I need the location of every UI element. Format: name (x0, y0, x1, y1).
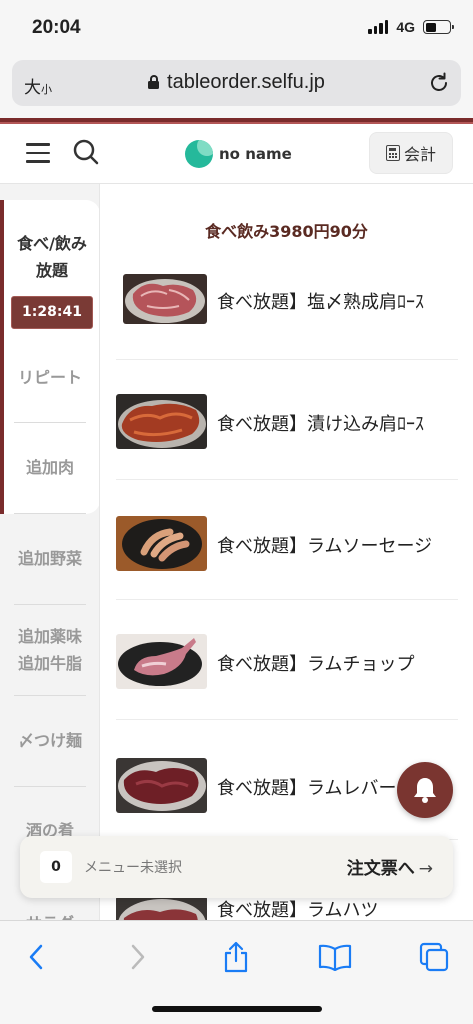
category-active-label: 食べ/飲み 放題 (17, 234, 87, 280)
menu-item[interactable]: 食べ放題】ラムチョップ (116, 600, 458, 720)
menu-item-name: 食べ放題】漬け込み肩ﾛｰｽ (217, 414, 424, 435)
category-extra-meat[interactable]: 追加肉 (0, 454, 99, 481)
forward-icon (131, 944, 145, 970)
menu-item[interactable]: 食べ放題】漬け込み肩ﾛｰｽ (116, 360, 458, 480)
checkout-button[interactable]: 会計 (369, 132, 453, 174)
tabs-icon (419, 942, 449, 972)
checkout-label: 会計 (403, 145, 436, 164)
search-icon[interactable] (72, 138, 100, 166)
browser-address-area: 大小 tableorder.selfu.jp (0, 58, 473, 118)
order-count: 0 (40, 851, 72, 883)
order-summary-bar[interactable]: 0 メニュー未選択 注文票へ → (20, 836, 453, 898)
back-button[interactable] (16, 937, 56, 977)
url-field[interactable]: tableorder.selfu.jp (12, 71, 461, 94)
status-time: 20:04 (32, 17, 81, 38)
category-divider (14, 513, 86, 514)
category-divider (14, 604, 86, 605)
url-text: tableorder.selfu.jp (167, 71, 325, 93)
arrow-right-icon: → (418, 859, 433, 879)
reload-icon[interactable] (427, 71, 451, 95)
bookmarks-icon (318, 944, 352, 971)
marinated-lamb-photo (116, 394, 207, 449)
status-indicators: 4G (368, 19, 454, 35)
category-condiments-fat[interactable]: 追加薬味 追加牛脂 (0, 623, 99, 677)
share-button[interactable] (216, 937, 256, 977)
status-bar: 20:04 4G (0, 0, 473, 58)
bell-icon (414, 778, 436, 803)
app-header: no name 会計 (0, 124, 473, 184)
home-indicator (152, 1006, 322, 1012)
menu-item-name: 食べ放題】ラムレバー (217, 778, 397, 799)
category-salad[interactable]: サラダ (0, 910, 99, 920)
network-type: 4G (396, 19, 415, 35)
store-name: no name (219, 145, 292, 163)
order-sheet-button[interactable]: 注文票へ → (347, 854, 433, 879)
timer-badge: 1:28:41 (11, 296, 93, 329)
lamb-heart-photo (116, 896, 207, 920)
bookmarks-button[interactable] (315, 937, 355, 977)
menu-icon[interactable] (26, 143, 50, 163)
category-tsukemen[interactable]: 〆つけ麺 (0, 727, 99, 754)
menu-item-name: 食べ放題】塩〆熟成肩ﾛｰｽ (217, 292, 424, 313)
raw-lamb-shoulder-photo (123, 274, 207, 324)
category-divider (14, 422, 86, 423)
category-repeat[interactable]: リピート (0, 364, 99, 391)
share-icon (224, 941, 248, 973)
browser-toolbar (0, 920, 473, 1024)
category-divider (14, 695, 86, 696)
store-logo (185, 140, 213, 168)
menu-item[interactable]: 食べ放題】ラムソーセージ (116, 480, 458, 600)
menu-item-name: 食べ放題】ラムチョップ (217, 654, 415, 675)
tabs-button[interactable] (414, 937, 454, 977)
lamb-sausage-photo (116, 516, 207, 571)
back-icon (29, 944, 43, 970)
address-bar[interactable]: 大小 tableorder.selfu.jp (12, 60, 461, 106)
forward-button[interactable] (118, 937, 158, 977)
lock-icon (148, 75, 160, 89)
category-extra-vegetables[interactable]: 追加野菜 (0, 545, 99, 572)
battery-icon (423, 20, 454, 34)
signal-icon (368, 20, 389, 34)
calculator-icon (385, 145, 400, 161)
call-staff-button[interactable] (397, 762, 453, 818)
lamb-liver-photo (116, 758, 207, 813)
menu-item-name: 食べ放題】ラムハツ (217, 900, 379, 920)
category-sidebar: 食べ/飲み 放題 1:28:41 リピート 追加肉 追加野菜 追加薬味 追加牛脂… (0, 184, 100, 920)
menu-item-name: 食べ放題】ラムソーセージ (217, 536, 433, 557)
menu-item[interactable]: 食べ放題】塩〆熟成肩ﾛｰｽ (116, 272, 458, 360)
category-divider (14, 786, 86, 787)
plan-title: 食べ飲み3980円90分 (205, 222, 368, 241)
lamb-chop-photo (116, 634, 207, 689)
order-status: メニュー未選択 (84, 860, 182, 876)
